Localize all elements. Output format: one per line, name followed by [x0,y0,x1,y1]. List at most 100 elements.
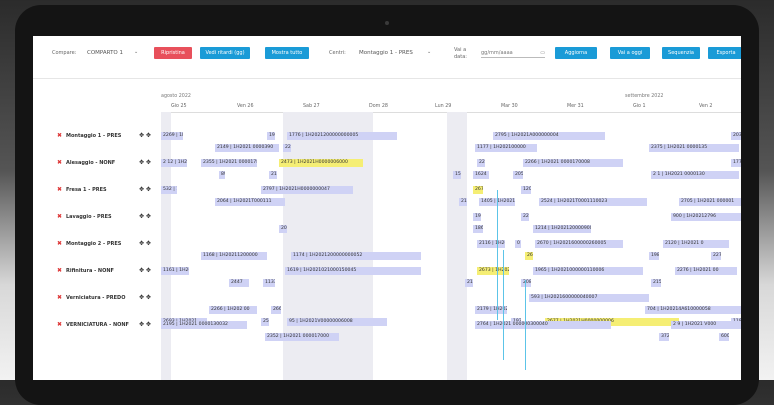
gantt-task-bar[interactable]: 2676 [525,252,533,260]
gantt-task-bar[interactable]: 2447 [229,279,249,287]
move-arrows-icon[interactable]: ✥ ✥ [139,321,151,329]
aggiorna-button[interactable]: Aggiorna [555,47,597,59]
gantt-task-bar[interactable]: 2473 | 1H2021H0000006000 [279,159,363,167]
gantt-task-bar[interactable]: 22 [477,159,485,167]
move-arrows-icon[interactable]: ✥ ✥ [139,294,151,302]
gantt-task-bar[interactable]: 198 [267,132,275,140]
move-arrows-icon[interactable]: ✥ ✥ [139,159,151,167]
gantt-task-bar[interactable]: 2764 | 1H2021 000000300040 [475,321,611,329]
chevron-down-icon: ⌄ [427,49,432,55]
gantt-task-bar[interactable]: 155 [453,171,461,179]
resource-row-label: ✖ Fresa 1 - PRES ✥ ✥ [55,186,161,196]
gantt-task-bar[interactable]: 2375 | 1H2021 0000135 [649,144,739,152]
gantt-task-bar[interactable]: 2797 | 1H2021H0000000047 [261,186,353,194]
remove-icon[interactable]: ✖ [57,321,62,329]
gantt-task-bar[interactable]: 2064 | 1H2021T000111 [215,198,285,206]
gantt-task-bar[interactable]: 211 [269,171,277,179]
gantt-task-bar[interactable]: 211 [459,198,467,206]
gantt-task-bar[interactable]: 1133 | 16 [263,279,275,287]
compare-select[interactable]: COMPARTO 1 [87,49,123,57]
gantt-task-bar[interactable]: 2665 [271,306,281,314]
gantt-task-bar[interactable]: 1624 [473,171,489,179]
gantt-task-bar[interactable]: 2195 | 1H2021 0000130032 [161,321,247,329]
sequenzia-button[interactable]: Sequenzia [662,47,700,59]
month-label: settembre 2022 [625,94,664,99]
vai-a-oggi-button[interactable]: Vai a oggi [610,47,650,59]
gantt-task-bar[interactable]: 203 [731,132,741,140]
gantt-task-bar[interactable]: 600 [719,333,729,341]
move-arrows-icon[interactable]: ✥ ✥ [139,267,151,275]
gantt-task-bar[interactable]: 704 | 1H20214A610000058 [645,306,741,314]
gantt-task-bar[interactable]: 2 12 | 1H2 [161,159,187,167]
remove-icon[interactable]: ✖ [57,132,62,140]
move-arrows-icon[interactable]: ✥ ✥ [139,240,151,248]
gantt-task-bar[interactable]: 193 [473,213,481,221]
remove-icon[interactable]: ✖ [57,240,62,248]
gantt-task-bar[interactable]: 2116 | 1H2021 [477,240,505,248]
move-arrows-icon[interactable]: ✥ ✥ [139,186,151,194]
gantt-task-bar[interactable]: 1177 | 1H202100000 [475,144,537,152]
gantt-task-bar[interactable]: 227 [283,144,291,152]
gantt-task-bar[interactable]: 1161 | 1H20 [161,267,189,275]
ripristina-button[interactable]: Ripristina [154,47,192,59]
gantt-task-bar[interactable]: 1619 | 1H2021021000150045 [285,267,421,275]
gantt-task-bar[interactable]: 2120 | 1H2021 0 [663,240,729,248]
remove-icon[interactable]: ✖ [57,213,62,221]
gantt-task-bar[interactable]: 1209 [521,186,531,194]
gantt-task-bar[interactable]: 2673 | 1H2021 [477,267,509,275]
gantt-task-bar[interactable]: 2705 | 1H2021 000001 [679,198,741,206]
gantt-task-bar[interactable]: 1214 | 1H20212000090011 [533,225,591,233]
gantt-task-bar[interactable]: 211 [465,279,473,287]
move-arrows-icon[interactable]: ✥ ✥ [139,213,151,221]
gantt-task-bar[interactable]: 2266 | 1H2021 0000170008 [523,159,623,167]
gantt-task-bar[interactable]: 2524 | 1H2021T0001110023 [539,198,647,206]
gantt-task-bar[interactable]: 2 1 | 1H2021 0000130 [651,171,739,179]
gantt-task-bar[interactable]: 2670 | 1H2021600000260005 [535,240,623,248]
gantt-task-bar[interactable]: 198 [649,252,659,260]
calendar-icon[interactable]: ▭ [540,49,545,57]
mostra-tutto-button[interactable]: Mostra tutto [265,47,309,59]
date-input[interactable]: gg/mm/aaaa ▭ [481,49,545,58]
gantt-task-bar[interactable]: 532 | 1H20 [161,186,177,194]
gantt-task-bar[interactable]: 267 [473,186,483,194]
gantt-task-bar[interactable]: 227 [521,213,529,221]
gantt-task-bar[interactable]: 89 [219,171,225,179]
gantt-task-bar[interactable]: 2069 [279,225,287,233]
move-arrows-icon[interactable]: ✥ ✥ [139,132,151,140]
gantt-task-bar[interactable]: 2276 | 1H2021 00 [675,267,737,275]
remove-icon[interactable]: ✖ [57,267,62,275]
gantt-task-bar[interactable]: 2563 [261,318,269,326]
gantt-task-bar[interactable]: 2355 | 1H2021 0000178 [201,159,257,167]
centri-label: Centri: [329,50,346,56]
remove-icon[interactable]: ✖ [57,294,62,302]
gantt-task-bar[interactable]: 2149 | 1H2021 0000390 [215,144,279,152]
gantt-task-bar[interactable]: 2085 [521,279,531,287]
gantt-task-bar[interactable]: 2266 | 1H202 00 [209,306,257,314]
gantt-task-bar[interactable]: 2051 [513,171,523,179]
gantt-task-bar[interactable]: 1965 | 1H2021000000110006 [533,267,643,275]
gantt-task-bar[interactable]: 1174 | 1H2021200000000052 [291,252,421,260]
gantt-task-bar[interactable]: 372 [659,333,669,341]
vedi-ritardi-button[interactable]: Vedi ritardi (gg) [200,47,250,59]
gantt-task-bar[interactable]: 1779 [731,159,741,167]
gantt-task-bar[interactable]: 593 | 1H2021600000040007 [529,294,649,302]
gantt-task-bar[interactable]: 227 [711,252,721,260]
gantt-task-bar[interactable]: 1869 [473,225,483,233]
gantt-task-bar[interactable]: 2 9 | 1H2021 V000 [671,321,741,329]
gantt-task-bar[interactable]: 1776 | 1H2021200000000005 [287,132,397,140]
gantt-task-bar[interactable]: 2269 | 1H2( [161,132,183,140]
compare-label: Compare: [52,50,77,56]
gantt-task-bar[interactable]: 2795 | 1H2021A000000004 [493,132,605,140]
dependency-line [525,280,526,370]
esporta-button[interactable]: Esporta [708,47,741,59]
centri-select[interactable]: Montaggio 1 - PRES [359,49,413,57]
gantt-task-bar[interactable]: 2352 | 1H2021 000017000 [265,333,339,341]
gantt-task-bar[interactable]: 1168 | 1H20211200000 [201,252,267,260]
gantt-task-bar[interactable]: 0 [515,240,521,248]
resource-name: VERNICIATURA - NONF [66,322,129,328]
gantt-task-bar[interactable]: 900 | 1H20212796 [671,213,741,221]
gantt-task-bar[interactable]: 95 | 1H2021V00000006008 [287,318,387,326]
remove-icon[interactable]: ✖ [57,159,62,167]
gantt-task-bar[interactable]: 2155 [651,279,661,287]
remove-icon[interactable]: ✖ [57,186,62,194]
